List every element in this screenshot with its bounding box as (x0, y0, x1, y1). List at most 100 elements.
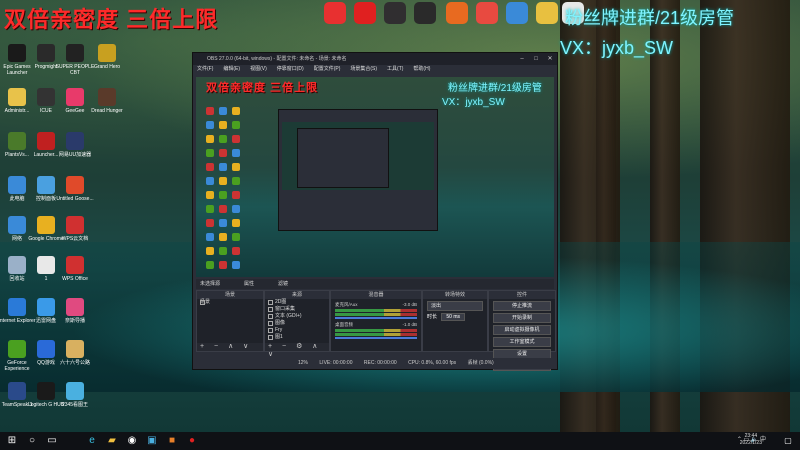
preview-mini-icon (206, 205, 214, 213)
obs-menu-item[interactable]: 编辑(E) (223, 66, 240, 72)
close-icon[interactable]: ✕ (543, 53, 557, 65)
top-app-icon[interactable] (324, 2, 346, 24)
top-app-icon[interactable] (476, 2, 498, 24)
preview-mini-icon (232, 121, 240, 129)
volume-slider[interactable] (335, 337, 417, 339)
preview-mini-icon (232, 135, 240, 143)
obs-window[interactable]: OBS 27.0.0 (64-bit, windows) - 配置文件: 未命名… (192, 52, 558, 371)
volume-meter (335, 309, 417, 312)
dock-tab[interactable]: 属性 (244, 281, 254, 287)
duration-input[interactable]: 50 ms (441, 313, 466, 321)
desktop-icon[interactable]: WPS云文档 (54, 216, 96, 242)
duration-row: 时长 50 ms (427, 313, 483, 321)
taskbar-app-obs[interactable]: ◉ (126, 435, 138, 447)
app-icon (66, 382, 84, 400)
app-icon (37, 216, 55, 234)
source-item[interactable]: Fry (265, 327, 329, 334)
desktop-icon[interactable]: 网易UU加速器 (54, 132, 96, 158)
clock-time: 23:44 (744, 433, 758, 439)
nested-obs-window (278, 109, 438, 231)
taskbar-app-store[interactable]: ▣ (146, 435, 158, 447)
mixer-channel[interactable]: 桌面音频 -1.0 dB (335, 322, 417, 339)
taskbar-app-edge[interactable]: e (86, 435, 98, 447)
top-app-icon[interactable] (354, 2, 376, 24)
desktop-icon-label: 网易UU加速器 (58, 152, 92, 158)
obs-menu-item[interactable]: 文件(F) (197, 66, 213, 72)
top-app-icon[interactable] (384, 2, 406, 24)
control-button[interactable]: 停止推流 (493, 301, 551, 311)
desktop-icon[interactable]: 六十六号公路 (54, 340, 96, 366)
transition-select[interactable]: 淡出 (427, 301, 483, 311)
control-button[interactable]: 启动虚拟摄像机 (493, 325, 551, 335)
preview-mini-icon (206, 135, 214, 143)
obs-dock-tabs[interactable]: 未选择源 属性 滤镜 (196, 279, 554, 289)
mixer-channel[interactable]: 麦克风/Aux -3.0 dB (335, 302, 417, 319)
preview-overlay-cyan-line2: VX：jyxb_SW (442, 97, 505, 108)
preview-mini-icon (232, 163, 240, 171)
desktop-icon[interactable]: WPS Office (54, 256, 96, 282)
sources-toolbar[interactable]: + − ⚙ ∧ ∨ (265, 343, 329, 358)
minimize-icon[interactable]: – (515, 53, 529, 65)
task-view-icon[interactable]: ▭ (46, 435, 58, 447)
preview-mini-icon (219, 261, 227, 269)
obs-preview-canvas[interactable]: 双倍亲密度 三倍上限 粉丝牌进群/21级房管 VX：jyxb_SW (196, 77, 554, 277)
top-app-icon[interactable] (506, 2, 528, 24)
source-item[interactable]: 图1 (265, 334, 329, 341)
scene-item[interactable]: 场景 (197, 299, 263, 306)
desktop-icon[interactable]: Dread Hunger (86, 88, 128, 114)
obs-menu-item[interactable]: 帮助(H) (413, 66, 430, 72)
taskbar-clock[interactable]: 23:44 2022/1/23 (740, 433, 762, 447)
obs-menu-item[interactable]: 工具(T) (387, 66, 403, 72)
desktop-icon[interactable]: 2345看图王 (54, 382, 96, 408)
preview-mini-icon (206, 107, 214, 115)
app-icon (37, 256, 55, 274)
control-button[interactable]: 开始录制 (493, 313, 551, 323)
status-rec: REC: 00:00:00 (363, 360, 397, 366)
obs-title-bar[interactable]: OBS 27.0.0 (64-bit, windows) - 配置文件: 未命名… (193, 53, 557, 65)
control-button[interactable]: 工作室模式 (493, 337, 551, 347)
preview-mini-icon (219, 121, 227, 129)
desktop-icon[interactable]: Grand Hero (86, 44, 128, 70)
desktop-icon[interactable]: 奈斯导播 (54, 298, 96, 324)
obs-menu-item[interactable]: 场景集合(S) (350, 66, 377, 72)
taskbar-app-netease[interactable]: ● (186, 435, 198, 447)
clock-date: 2022/1/23 (739, 440, 762, 446)
preview-mini-icon (206, 177, 214, 185)
obs-menu-item[interactable]: 停靠窗口(D) (277, 66, 304, 72)
volume-meter (335, 313, 417, 316)
preview-mini-icon (232, 261, 240, 269)
top-app-icon[interactable] (536, 2, 558, 24)
preview-mini-icon (232, 205, 240, 213)
notification-icon[interactable]: ▢ (782, 435, 794, 447)
search-icon[interactable]: ○ (26, 435, 38, 447)
duration-label: 时长 (427, 314, 438, 320)
desktop-icon-label: WPS Office (62, 276, 88, 282)
taskbar-app-explorer[interactable]: ▰ (106, 435, 118, 447)
taskbar-app-game[interactable]: ■ (166, 435, 178, 447)
desktop-icon[interactable]: Untitled Goose... (54, 176, 96, 202)
desktop-icon-label: 奈斯导播 (64, 318, 85, 324)
source-item[interactable]: 窗口采集 (265, 306, 329, 313)
status-live: LIVE: 00:00:00 (319, 360, 353, 366)
obs-menu-item[interactable]: 视图(V) (250, 66, 267, 72)
preview-mini-icon (219, 149, 227, 157)
mixer-channel-name: 麦克风/Aux (335, 302, 358, 307)
top-app-icon[interactable] (446, 2, 468, 24)
maximize-icon[interactable]: □ (529, 53, 543, 65)
mixer-list: 麦克风/Aux -3.0 dB 桌面音频 -1.0 dB (331, 302, 421, 339)
dock-tab[interactable]: 未选择源 (200, 281, 220, 287)
start-button[interactable]: ⊞ (6, 435, 18, 447)
obs-menu-item[interactable]: 配置文件(P) (314, 66, 341, 72)
desktop-icon-label: 六十六号公路 (59, 360, 90, 366)
preview-mini-icon (232, 149, 240, 157)
dock-tab[interactable]: 滤镜 (278, 281, 288, 287)
volume-slider[interactable] (335, 317, 417, 319)
source-item[interactable]: 图像 (265, 320, 329, 327)
preview-mini-icon (206, 163, 214, 171)
scenes-toolbar[interactable]: + − ∧ ∨ (197, 343, 263, 351)
sources-dock: 来源 2D图 窗口采集 文本 (GDI+) 图像 Fry 图1 + − ⚙ ∧ ∨ (264, 290, 330, 358)
source-item[interactable]: 2D图 (265, 299, 329, 306)
source-item[interactable]: 文本 (GDI+) (265, 313, 329, 320)
preview-mini-icon (232, 107, 240, 115)
top-app-icon[interactable] (414, 2, 436, 24)
